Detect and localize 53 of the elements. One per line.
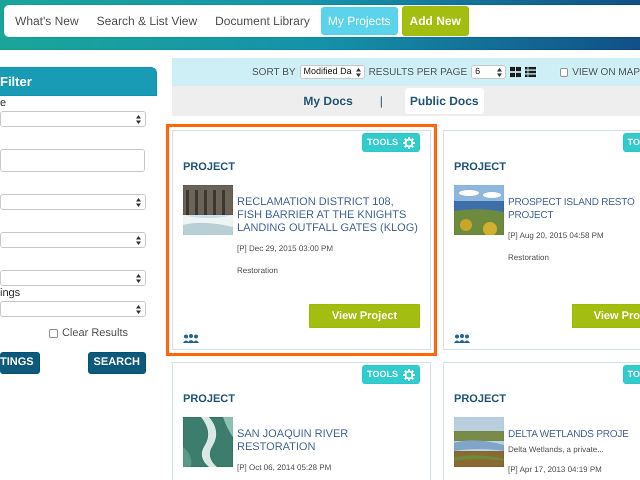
people-icon bbox=[183, 334, 199, 343]
project-title[interactable]: PROSPECT ISLAND RESTO PROJECT bbox=[508, 196, 635, 222]
project-date: [P] Apr 17, 2013 04:19 PM bbox=[508, 464, 603, 476]
project-title[interactable]: SAN JOAQUIN RIVER RESTORATION bbox=[237, 428, 420, 454]
checkbox[interactable] bbox=[560, 68, 568, 76]
results-per-page-label: RESULTS PER PAGE bbox=[368, 66, 468, 80]
card-type-label: PROJECT bbox=[454, 392, 507, 406]
field-label: ings bbox=[0, 286, 22, 301]
card-type-label: PROJECT bbox=[183, 160, 236, 174]
select-arrows-icon bbox=[356, 68, 361, 76]
checkbox-label: Clear Results bbox=[62, 326, 128, 341]
people-icon bbox=[454, 334, 470, 343]
nav-link[interactable]: Document Library bbox=[208, 7, 317, 35]
results-select[interactable]: 6 bbox=[471, 65, 506, 79]
select-field[interactable] bbox=[0, 270, 146, 286]
settings-icon bbox=[403, 136, 415, 148]
text-field[interactable] bbox=[0, 149, 145, 172]
select-field[interactable] bbox=[0, 232, 146, 248]
select-field[interactable] bbox=[0, 111, 146, 127]
tab-separator: | bbox=[380, 93, 383, 110]
select-arrows-icon bbox=[136, 236, 141, 244]
select-field[interactable] bbox=[0, 301, 146, 317]
doc-tab[interactable]: Public Docs bbox=[404, 88, 484, 114]
grid-view-icon[interactable] bbox=[510, 66, 522, 78]
sort-by-label: SORT BY bbox=[252, 66, 296, 80]
project-date: [P] Dec 29, 2015 03:00 PM bbox=[237, 243, 334, 255]
project-category: Restoration bbox=[508, 252, 550, 264]
field-label: e bbox=[0, 96, 8, 111]
view-on-map-label: VIEW ON MAP bbox=[572, 66, 640, 80]
project-date: [P] Oct 06, 2014 05:28 PM bbox=[237, 462, 332, 474]
sort-select[interactable]: Modified Da bbox=[300, 65, 365, 79]
nav-link[interactable]: Search & List View bbox=[90, 7, 204, 35]
card-type-label: PROJECT bbox=[454, 160, 507, 174]
card-type-label: PROJECT bbox=[183, 392, 236, 406]
checkbox[interactable] bbox=[48, 328, 58, 338]
select-arrows-icon bbox=[136, 198, 141, 206]
select-arrows-icon bbox=[136, 114, 141, 124]
select-field[interactable] bbox=[0, 194, 146, 210]
search-button[interactable]: SEARCH bbox=[88, 352, 146, 374]
nav-link[interactable]: What's New bbox=[8, 7, 86, 35]
project-date: [P] Aug 20, 2015 04:58 PM bbox=[508, 230, 605, 242]
settings-icon bbox=[403, 368, 415, 380]
doc-tab[interactable]: My Docs bbox=[298, 88, 358, 114]
project-title[interactable]: RECLAMATION DISTRICT 108, FISH BARRIER AT THE KNIGHTS LANDING OUTFALL GATES (KLOG) bbox=[237, 196, 420, 235]
settings-button[interactable]: TINGS bbox=[0, 352, 40, 374]
select-arrows-icon bbox=[497, 68, 502, 76]
project-description: Delta Wetlands, a private... bbox=[508, 444, 605, 456]
list-view-icon[interactable] bbox=[525, 66, 536, 78]
filter-header: Filter bbox=[0, 67, 157, 96]
project-category: Restoration bbox=[237, 265, 279, 277]
select-arrows-icon bbox=[136, 274, 141, 282]
select-arrows-icon bbox=[136, 304, 141, 314]
project-title[interactable]: DELTA WETLANDS PROJE bbox=[508, 428, 629, 441]
